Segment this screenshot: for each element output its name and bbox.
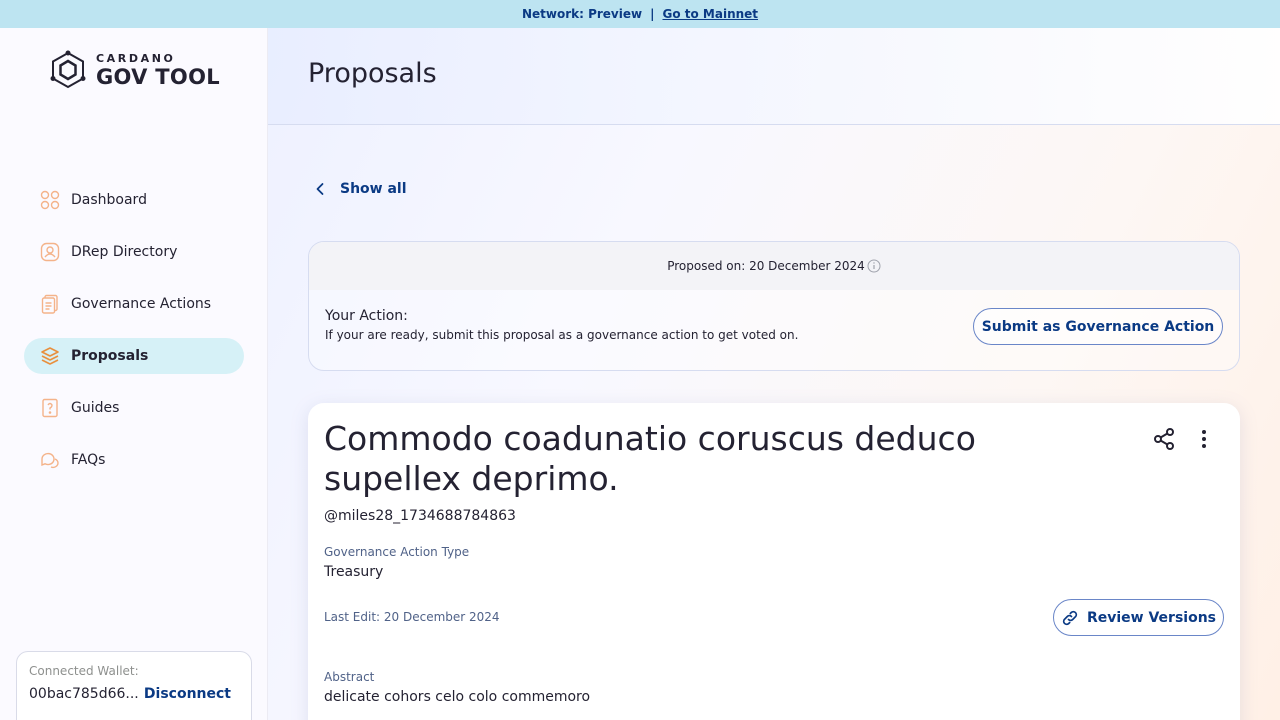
governance-action-type-label: Governance Action Type [324,545,470,559]
proposal-title: Commodo coadunatio coruscus deduco supel… [324,419,976,498]
disconnect-button[interactable]: Disconnect [144,686,239,702]
main-content: Proposals Show all Proposed on: 20 Decem… [268,28,1280,720]
sidebar-item-label: Proposals [71,348,149,364]
sidebar-item-drep-directory[interactable]: DRep Directory [24,234,244,270]
review-versions-label: Review Versions [1086,609,1217,626]
logo-bottom-text: GOV TOOL [96,64,220,89]
sidebar-item-label: FAQs [71,452,106,468]
show-all-link[interactable]: Show all [312,181,407,197]
your-action-card: Proposed on: 20 December 2024 Your Actio… [308,241,1240,371]
proposal-card: Commodo coadunatio coruscus deduco supel… [308,403,1240,720]
proposed-on-bar: Proposed on: 20 December 2024 [309,242,1239,290]
sidebar-item-label: Governance Actions [71,296,212,312]
cardano-logo-icon [50,50,86,89]
your-action-subtitle: If your are ready, submit this proposal … [325,328,799,342]
sidebar-item-faqs[interactable]: FAQs [24,442,244,478]
sidebar-item-dashboard[interactable]: Dashboard [24,182,244,218]
proposed-on-text: Proposed on: 20 December 2024 [667,259,865,273]
page-header: Proposals [268,28,1280,125]
proposal-author: @miles28_1734688784863 [324,508,516,524]
sidebar-item-label: DRep Directory [71,244,178,260]
sidebar-item-proposals[interactable]: Proposals [24,338,244,374]
abstract-label: Abstract [324,670,375,684]
banner-separator: | [650,7,655,21]
share-icon[interactable] [1152,427,1176,451]
governance-action-type-value: Treasury [324,564,384,580]
sidebar: CARDANO GOV TOOL Dashboard DRep Director… [0,28,268,720]
review-versions-button[interactable]: Review Versions [1053,599,1224,636]
sidebar-item-governance-actions[interactable]: Governance Actions [24,286,244,322]
info-icon[interactable] [867,259,881,273]
submit-as-governance-action-button[interactable]: Submit as Governance Action [973,308,1223,345]
sidebar-item-label: Guides [71,400,120,416]
wallet-address: 00bac785d66... [29,686,139,702]
show-all-label: Show all [340,181,407,197]
logo[interactable]: CARDANO GOV TOOL [48,50,220,90]
logo-top-text: CARDANO [96,51,176,65]
link-icon [1062,610,1078,625]
guides-icon [39,397,61,419]
wallet-label: Connected Wallet: [29,664,139,678]
last-edit-text: Last Edit: 20 December 2024 [324,610,500,624]
network-label: Network: Preview [521,7,643,21]
drep-directory-icon [39,241,61,263]
governance-actions-icon [39,293,61,315]
sidebar-item-guides[interactable]: Guides [24,390,244,426]
sidebar-nav: Dashboard DRep Directory Governance Acti… [24,182,244,494]
dashboard-icon [39,189,61,211]
proposals-icon [39,345,61,367]
your-action-title: Your Action: [325,308,408,324]
page-title: Proposals [308,58,437,89]
faqs-icon [39,449,61,471]
abstract-value: delicate cohors celo colo commemoro [324,689,591,705]
connected-wallet-panel: Connected Wallet: 00bac785d66... Disconn… [16,651,252,720]
network-banner: Network: Preview | Go to Mainnet [0,0,1280,28]
chevron-left-icon [316,183,324,195]
more-options-icon[interactable] [1192,427,1216,451]
go-to-mainnet-link[interactable]: Go to Mainnet [662,7,758,21]
sidebar-item-label: Dashboard [71,192,147,208]
